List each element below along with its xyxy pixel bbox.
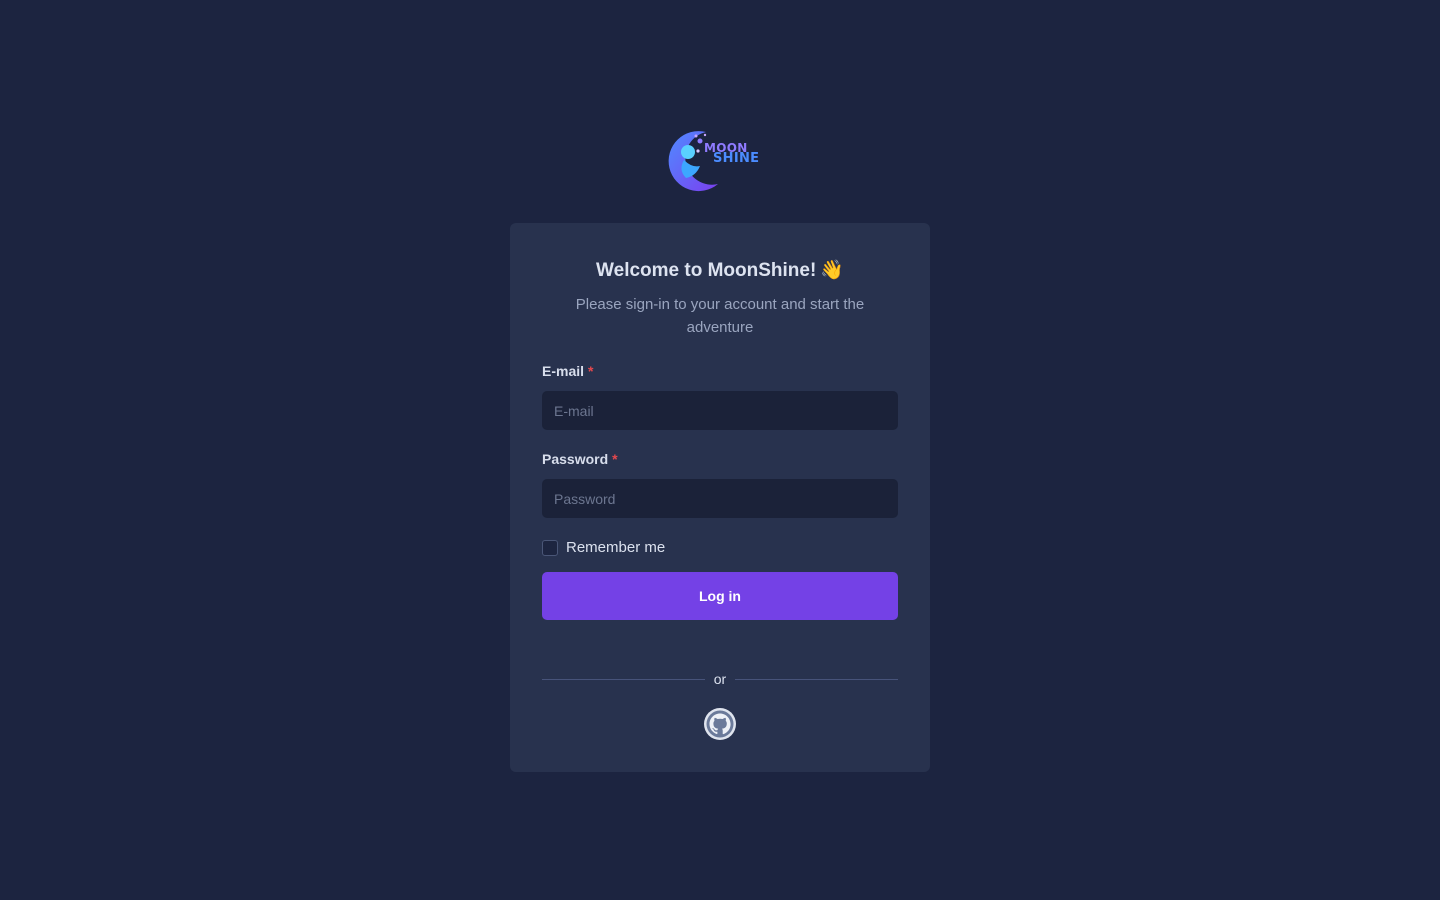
page-subtitle: Please sign-in to your account and start…: [575, 296, 865, 336]
required-marker: *: [612, 451, 618, 467]
waving-hand-icon: 👋: [820, 260, 844, 281]
logo-text-shine: SHINE: [713, 151, 760, 166]
title-text: Welcome to MoonShine!: [596, 260, 817, 281]
moonshine-logo: MOON SHINE: [666, 126, 774, 194]
remember-me-label[interactable]: Remember me: [566, 539, 665, 556]
remember-me-row: Remember me: [542, 539, 665, 556]
password-label: Password *: [542, 451, 618, 467]
email-label: E-mail *: [542, 363, 593, 379]
or-divider: or: [542, 670, 898, 690]
divider-line-right: [735, 679, 898, 680]
remember-me-checkbox[interactable]: [542, 539, 558, 556]
email-input[interactable]: [542, 391, 898, 430]
page-title: Welcome to MoonShine! 👋: [510, 258, 930, 282]
email-label-text: E-mail: [542, 363, 585, 379]
required-marker: *: [588, 363, 594, 379]
password-label-text: Password: [542, 451, 609, 467]
password-input[interactable]: [542, 479, 898, 518]
logo-wordmark: MOON SHINE: [704, 142, 760, 166]
github-icon: [704, 708, 736, 740]
github-login-button[interactable]: [704, 708, 736, 740]
login-card: Welcome to MoonShine! 👋 Please sign-in to…: [510, 223, 930, 772]
login-button[interactable]: Log in: [542, 572, 898, 620]
